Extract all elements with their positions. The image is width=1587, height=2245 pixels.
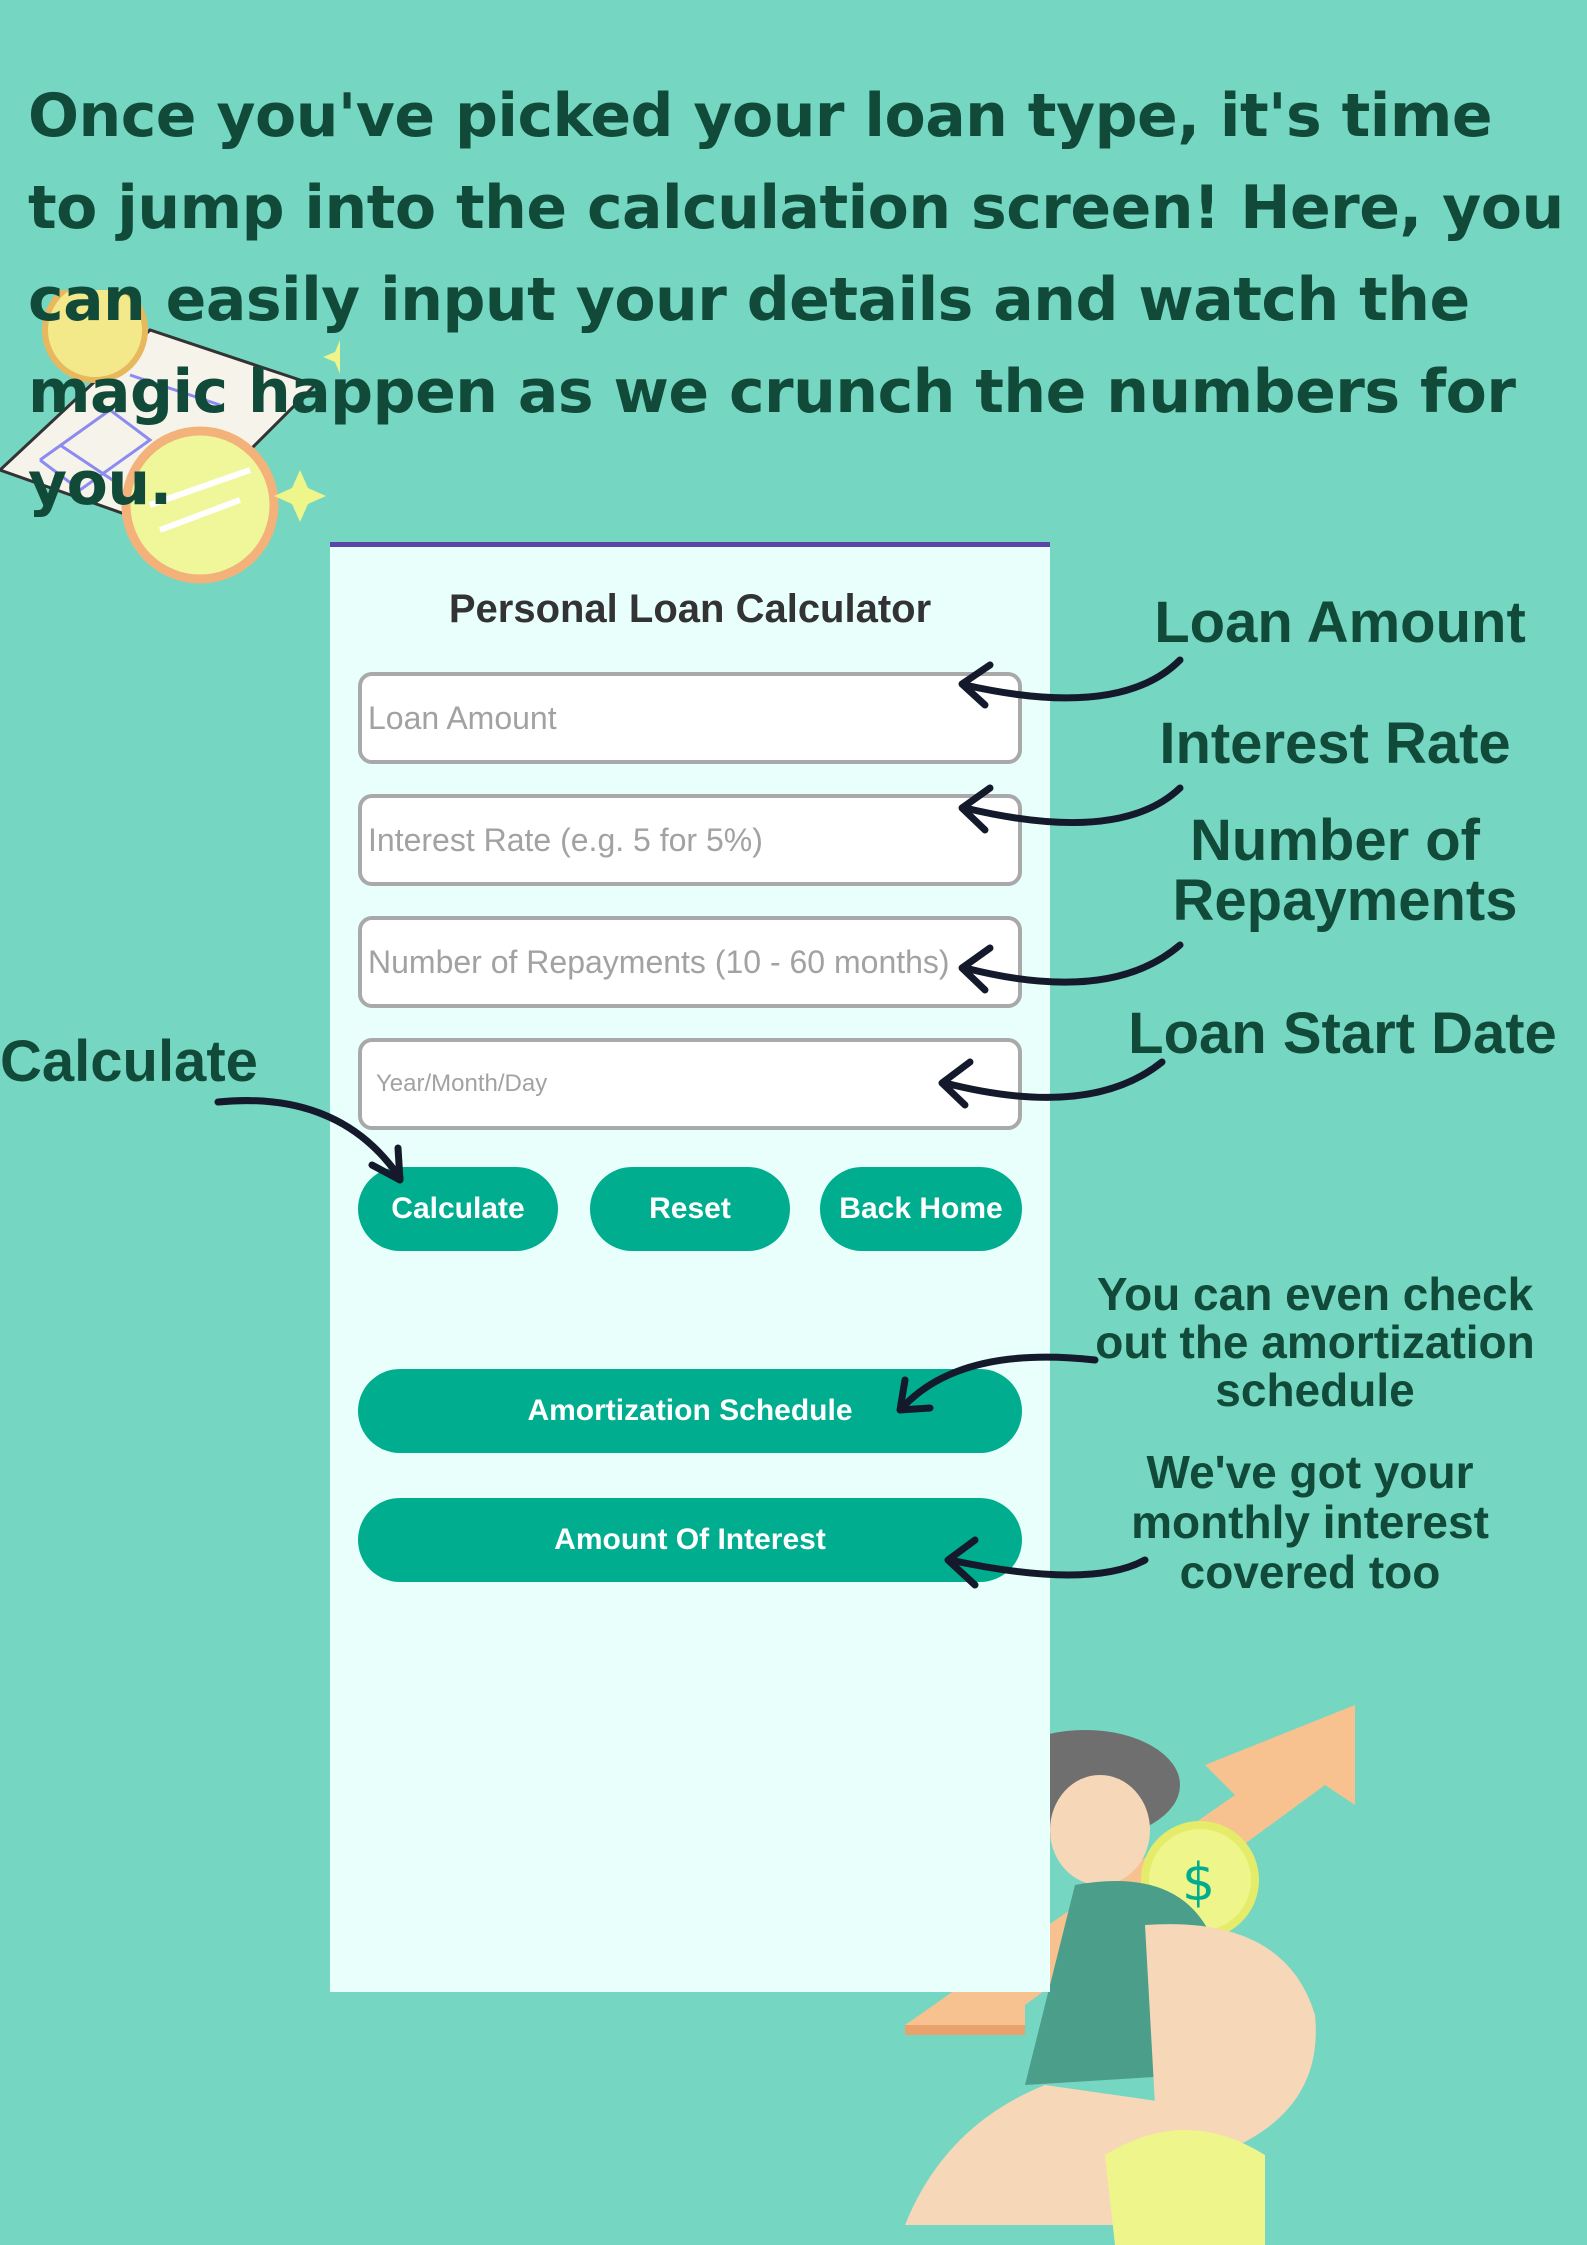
- repayments-annotation-line2: Repayments: [1172, 868, 1518, 933]
- app-screen: Personal Loan Calculator Calculate Reset…: [330, 542, 1050, 1992]
- intro-text: Once you've picked your loan type, it's …: [28, 81, 1564, 519]
- reset-button[interactable]: Reset: [590, 1167, 790, 1251]
- amortization-annotation-line3: schedule: [1215, 1364, 1415, 1416]
- calculate-button[interactable]: Calculate: [358, 1167, 558, 1251]
- loan-amount-annotation: Loan Amount: [1154, 590, 1526, 655]
- amortization-schedule-button[interactable]: Amortization Schedule: [358, 1369, 1022, 1453]
- calculate-annotation: Calculate: [0, 1029, 258, 1094]
- interest-rate-annotation: Interest Rate: [1159, 711, 1511, 776]
- start-date-annotation: Loan Start Date: [1128, 1001, 1557, 1066]
- interest-rate-input[interactable]: [358, 794, 1022, 886]
- amortization-annotation-line1: You can even check: [1096, 1268, 1534, 1320]
- amortization-annotation-line2: out the amortization: [1095, 1316, 1535, 1368]
- start-date-input[interactable]: [358, 1038, 1022, 1130]
- amount-of-interest-button[interactable]: Amount Of Interest: [358, 1498, 1022, 1582]
- back-home-button[interactable]: Back Home: [820, 1167, 1022, 1251]
- page-title: Personal Loan Calculator: [448, 587, 932, 631]
- interest-annotation-line3: covered too: [1179, 1546, 1441, 1598]
- interest-annotation-line1: We've got your: [1146, 1446, 1474, 1498]
- repayments-annotation-line1: Number of: [1190, 808, 1480, 873]
- loan-amount-input[interactable]: [358, 672, 1022, 764]
- interest-annotation-line2: monthly interest: [1131, 1496, 1489, 1548]
- repayments-input[interactable]: [358, 916, 1022, 1008]
